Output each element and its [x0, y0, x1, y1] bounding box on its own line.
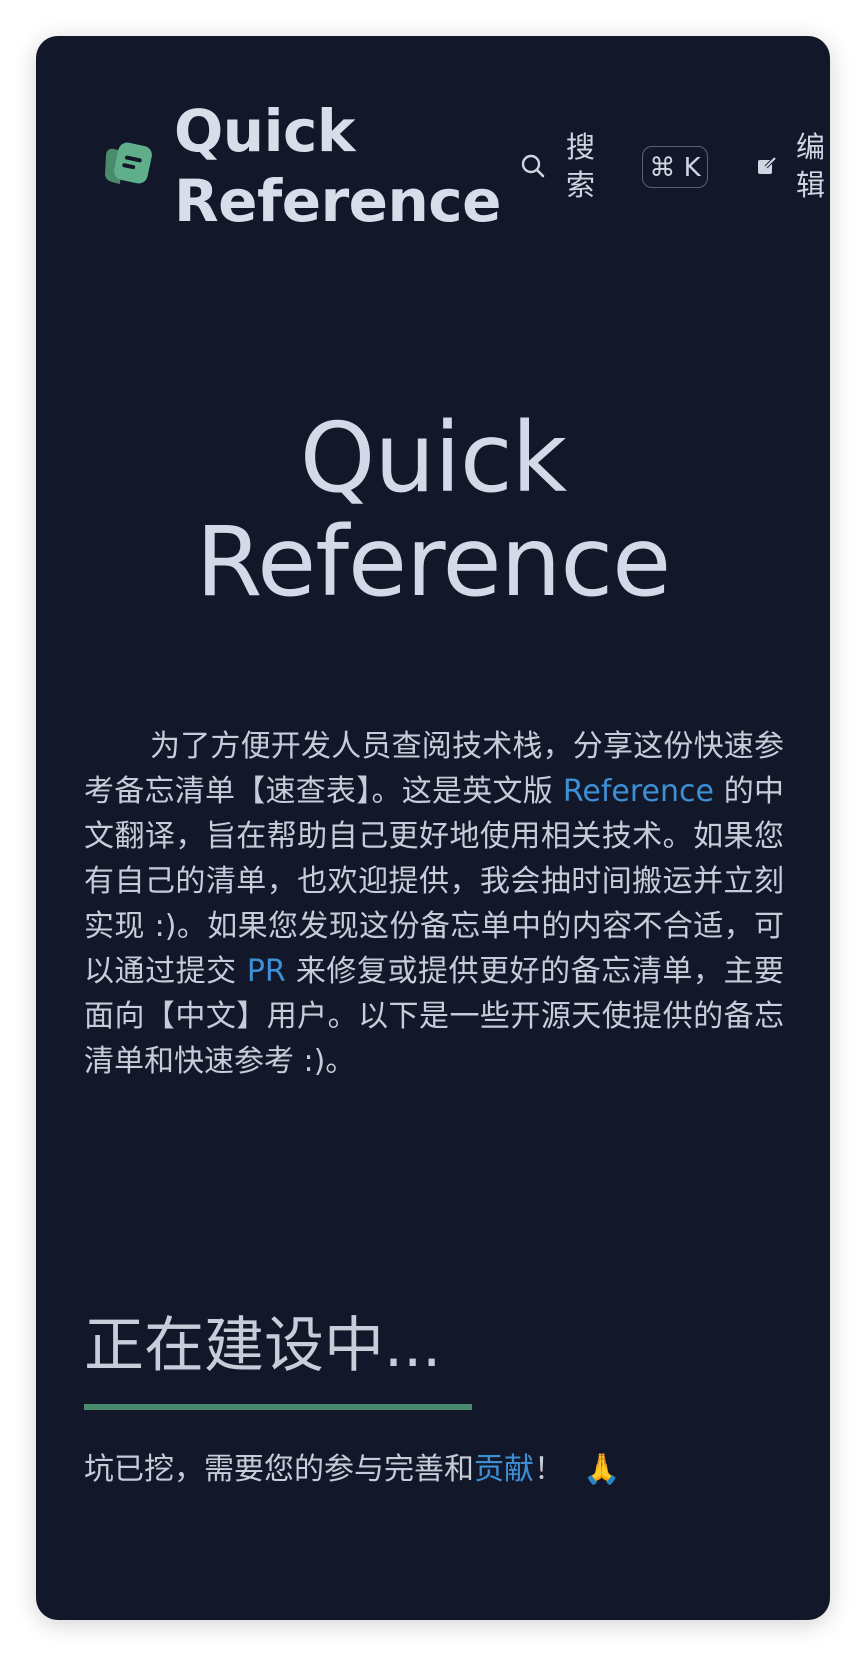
reference-link[interactable]: Reference [563, 774, 714, 809]
site-header: Quick Reference 搜索 ⌘ K 编辑 [36, 36, 830, 276]
brand-line-1: Quick [174, 97, 355, 165]
edit-icon [758, 156, 777, 174]
contribute-link[interactable]: 贡献 [474, 1452, 534, 1487]
cta-text: 坑已挖，需要您的参与完善和 [84, 1452, 474, 1487]
quick-reference-logo-icon[interactable] [102, 140, 154, 190]
search-shortcut-badge: ⌘ K [642, 146, 708, 188]
site-brand[interactable]: Quick Reference [174, 96, 502, 236]
section-underline [84, 1404, 472, 1410]
search-icon [521, 154, 545, 178]
hero-title-line-1: Quick [299, 402, 567, 514]
app-window: Quick Reference 搜索 ⌘ K 编辑 Quick Referenc… [36, 36, 830, 1620]
hero-title: Quick Reference [36, 406, 830, 614]
edit-label: 编辑 [796, 130, 826, 202]
section-title: 正在建设中... [84, 1311, 442, 1381]
cta-suffix: ！ [534, 1452, 564, 1487]
edit-button[interactable]: 编辑 [756, 128, 830, 204]
search-button[interactable]: 搜索 [520, 128, 602, 204]
hero-title-line-2: Reference [195, 506, 671, 618]
pr-link[interactable]: PR [247, 954, 286, 989]
brand-line-2: Reference [174, 167, 502, 235]
pray-emoji-icon: 🙏 [583, 1452, 621, 1487]
intro-paragraph: 为了方便开发人员查阅技术栈，分享这份快速参考备忘清单【速查表】。这是英文版 Re… [84, 724, 784, 1084]
contribute-message: 坑已挖，需要您的参与完善和贡献！ 🙏 [84, 1448, 620, 1492]
search-label: 搜索 [566, 130, 596, 202]
